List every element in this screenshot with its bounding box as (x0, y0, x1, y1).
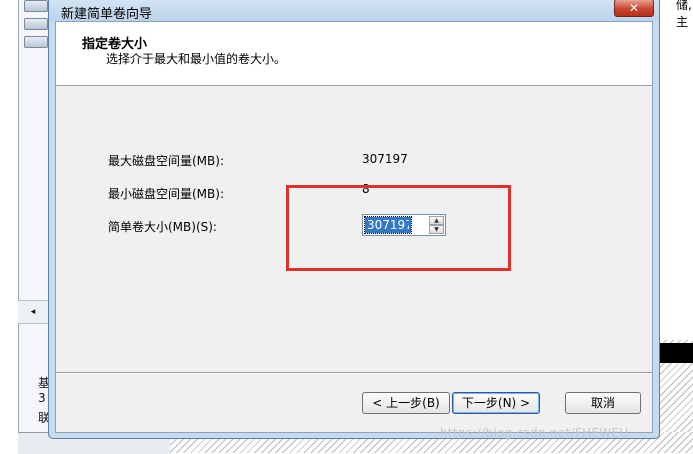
new-simple-volume-wizard: 新建简单卷向导 ✕ 指定卷大小 选择介于最大和最小值的卷大小。 最大磁盘空间量(… (48, 0, 660, 439)
volume-size-label: 简单卷大小(MB)(S): (108, 220, 217, 234)
window-title: 新建简单卷向导 (61, 7, 153, 22)
wizard-header: 指定卷大小 选择介于最大和最小值的卷大小。 (56, 22, 652, 86)
column-header-fragment: 储, 主 (676, 0, 692, 29)
footer-divider (56, 372, 652, 374)
wizard-body: 指定卷大小 选择介于最大和最小值的卷大小。 最大磁盘空间量(MB): 30719… (55, 21, 653, 433)
drive-icon (24, 0, 48, 12)
drive-icon (24, 18, 48, 30)
next-button[interactable]: 下一步(N) > (452, 392, 540, 414)
max-space-label: 最大磁盘空间量(MB): (108, 154, 224, 168)
min-space-label: 最小磁盘空间量(MB): (108, 187, 224, 201)
watermark: https://blog.csdn.net/FHEWEU (440, 426, 629, 440)
disk-bar (660, 343, 693, 363)
title-bar[interactable]: 新建简单卷向导 ✕ (49, 0, 659, 22)
close-button[interactable]: ✕ (614, 0, 654, 17)
cancel-button[interactable]: 取消 (565, 392, 641, 414)
close-icon: ✕ (628, 1, 640, 15)
annotation-highlight-box (286, 185, 511, 271)
max-space-value: 307197 (362, 152, 408, 166)
disk-label-fragment: 3 (38, 391, 46, 405)
page-subtitle: 选择介于最大和最小值的卷大小。 (106, 52, 287, 66)
back-button[interactable]: < 上一步(B) (362, 392, 450, 414)
drive-icon (24, 36, 48, 48)
scroll-left-button[interactable]: ◂ (18, 300, 48, 324)
